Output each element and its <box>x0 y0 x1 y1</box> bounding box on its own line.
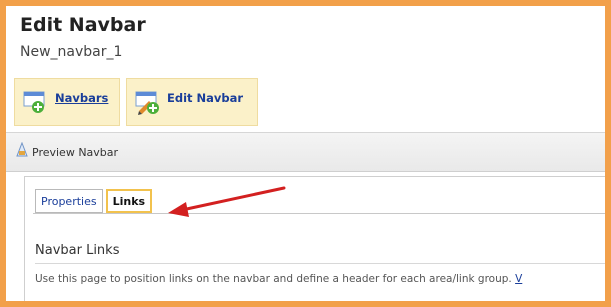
navbar-edit-icon <box>135 89 161 115</box>
preview-icon <box>16 141 28 162</box>
tab-properties[interactable]: Properties <box>35 189 103 213</box>
content-panel: Properties Links Navbar Links Use this p… <box>24 176 605 301</box>
edit-navbar-link[interactable]: Edit Navbar <box>167 91 243 105</box>
section-title: Navbar Links <box>35 243 120 258</box>
red-arrow-annotation <box>168 186 286 217</box>
preview-navbar-bar[interactable]: Preview Navbar <box>6 132 605 172</box>
tab-bar: Properties Links <box>35 189 155 213</box>
edit-navbar-button[interactable]: Edit Navbar <box>126 78 258 126</box>
tab-divider <box>33 213 605 214</box>
description-link[interactable]: V <box>515 273 522 285</box>
tab-links[interactable]: Links <box>105 189 153 213</box>
section-divider <box>35 263 605 264</box>
description-text: Use this page to position links on the n… <box>35 273 512 285</box>
navbar-add-icon <box>23 89 49 115</box>
page-subtitle: New_navbar_1 <box>20 44 123 60</box>
navbars-link[interactable]: Navbars <box>55 91 108 105</box>
page-title: Edit Navbar <box>20 14 146 36</box>
navbars-button[interactable]: Navbars <box>14 78 120 126</box>
section-description: Use this page to position links on the n… <box>35 273 522 285</box>
preview-navbar-label[interactable]: Preview Navbar <box>32 146 118 159</box>
page-frame: Edit Navbar New_navbar_1 Navbars Edit Na… <box>6 6 605 301</box>
